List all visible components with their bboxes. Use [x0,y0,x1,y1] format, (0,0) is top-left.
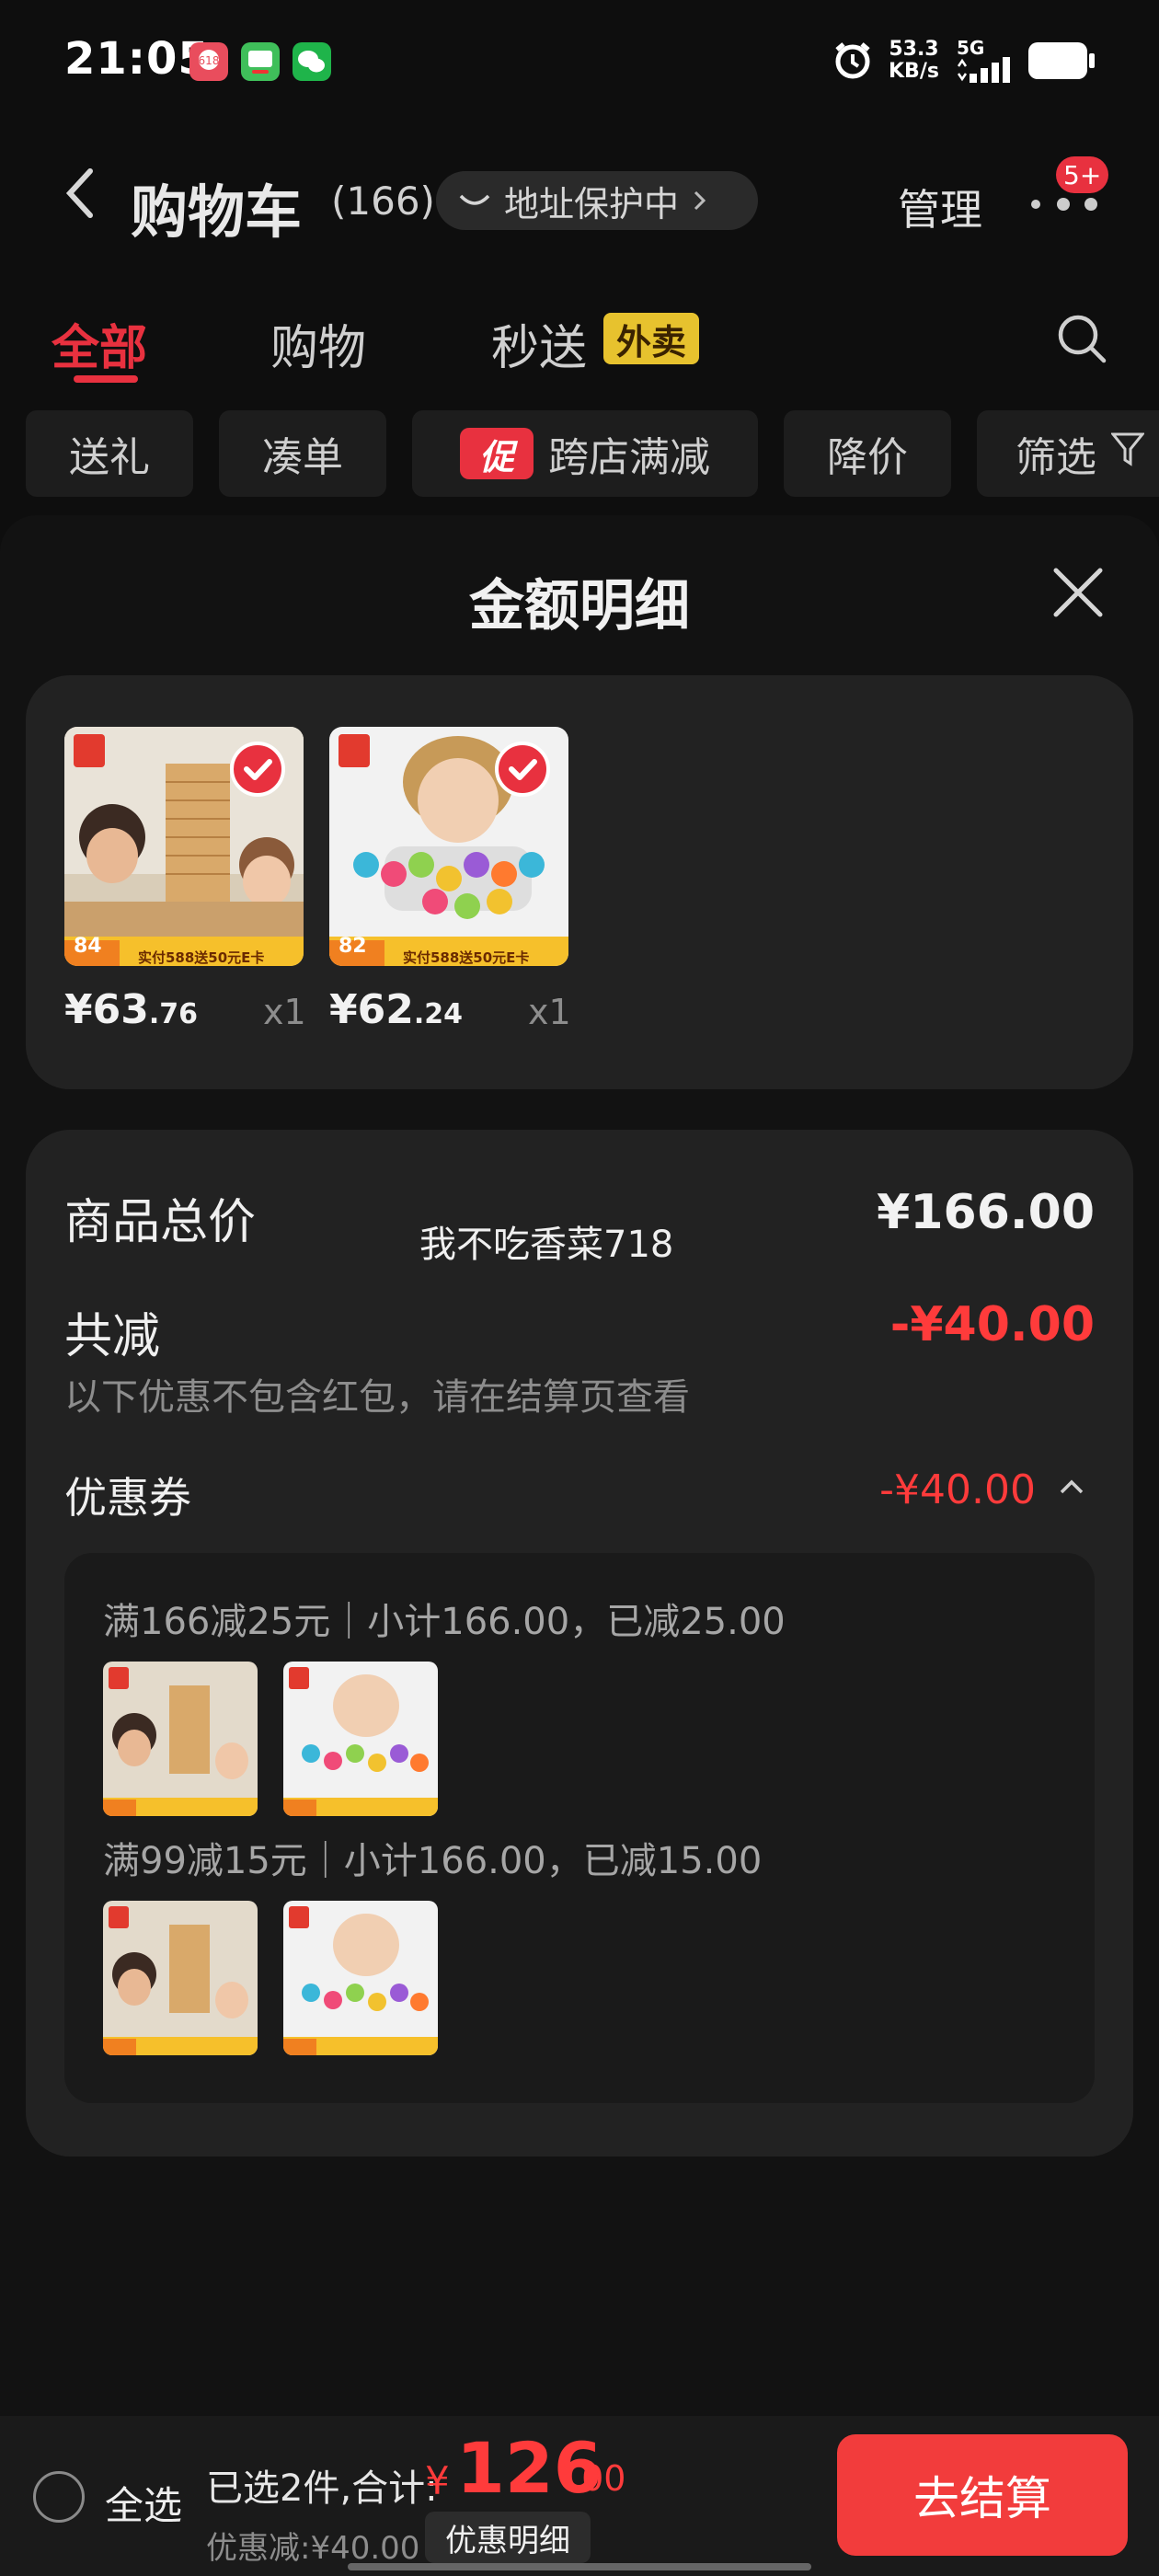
tab-instant[interactable]: 秒送 [491,309,587,378]
funnel-icon [1109,431,1146,477]
reduce-value: -¥40.00 [889,1297,1095,1352]
svg-text:618: 618 [199,54,220,67]
app-618-icon: 618 [189,42,228,81]
filter-cross-store-label: 跨店满减 [548,434,710,481]
signal-icon [955,57,1016,86]
status-time: 21:05 [64,33,210,85]
item-price-int: ¥63 [64,986,149,1033]
item-tag-number: 84 [74,935,102,958]
tab-all[interactable]: 全部 [52,309,147,378]
total-label: 商品总价 [64,1195,257,1250]
checkout-button[interactable]: 去结算 [837,2434,1128,2556]
selected-check-icon[interactable] [230,742,285,797]
coupon-rule: 满166减25元｜小计166.00，已减25.00 [103,1601,786,1643]
coupon-label: 优惠券 [64,1473,191,1523]
filter-cross-store[interactable]: 促 跨店满减 [412,410,758,497]
promo-tag: 促 [460,428,534,479]
sheet-title: 金额明细 [469,574,690,638]
network-type: 5G [957,37,985,59]
address-protect-pill[interactable]: 地址保护中 [436,171,758,230]
item-qty: x1 [263,992,306,1032]
alarm-icon [832,39,874,85]
discount-detail-button[interactable]: 优惠明细 [425,2512,591,2563]
item-price-int: ¥62 [329,986,414,1033]
net-speed-unit: KB/s [889,60,939,83]
manage-button[interactable]: 管理 [898,177,982,237]
chevron-right-icon [692,180,708,221]
item-promo-banner: 实付588送50元E卡 [403,949,530,966]
takeout-tag: 外卖 [603,313,699,364]
tab-active-indicator [74,375,138,383]
filter-bundle[interactable]: 凑单 [219,410,386,497]
reduce-note: 以下优惠不包含红包，请在结算页查看 [64,1376,690,1419]
cart-count: (166) [331,178,435,224]
coupon-product-thumbnail [283,1662,438,1816]
item-price-dec: .76 [148,998,199,1030]
page-title: 购物车 [131,178,303,246]
filter-gift[interactable]: 送礼 [26,410,193,497]
net-speed: 53.3 KB/s [889,39,939,83]
item-price: ¥62.24 [329,986,463,1033]
status-bar: 21:05 618 53.3 KB/s 5G [0,0,1159,120]
item-promo-banner: 实付588送50元E卡 [138,949,265,966]
item-price: ¥63.76 [64,986,198,1033]
coupon-product-thumbnail [283,1901,438,2055]
home-indicator[interactable] [348,2563,811,2570]
filter-bundle-label: 凑单 [262,434,343,481]
watermark-text: 我不吃香菜718 [419,1224,674,1266]
filter-price-drop-label: 降价 [827,434,908,481]
more-icon[interactable] [1028,197,1098,215]
tab-shopping[interactable]: 购物 [270,309,366,378]
item-qty: x1 [528,992,571,1032]
chevron-up-icon[interactable] [1058,1478,1085,1500]
battery-icon [1027,40,1096,85]
coupon-value[interactable]: -¥40.00 [879,1466,1036,1513]
shield-icon [458,180,491,221]
total-value: ¥166.00 [877,1185,1095,1240]
discount-note: 优惠减:¥40.00 [206,2530,420,2567]
address-protect-label: 地址保护中 [504,183,680,224]
select-all-label[interactable]: 全选 [105,2475,182,2531]
item-tag-number: 82 [339,935,367,958]
select-all-radio[interactable] [33,2471,85,2523]
item-price-dec: .24 [413,998,464,1030]
reduce-label: 共减 [64,1309,161,1364]
coupon-product-thumbnail [103,1662,258,1816]
filter-screen[interactable]: 筛选 [977,410,1159,497]
total-currency: ¥ [425,2458,450,2503]
coupon-product-thumbnail [103,1901,258,2055]
search-icon[interactable] [1056,313,1107,368]
selected-summary: 已选2件,合计: [206,2467,438,2510]
filter-screen-label: 筛选 [1016,434,1096,481]
coupon-app-icon [241,42,280,81]
close-icon[interactable] [1052,567,1104,622]
selected-check-icon[interactable] [495,742,550,797]
net-speed-value: 53.3 [889,38,939,61]
filter-gift-label: 送礼 [69,434,150,481]
message-badge: 5+ [1056,156,1109,193]
total-decimal: .00 [570,2458,626,2499]
coupon-rule: 满99减15元｜小计166.00，已减15.00 [103,1840,763,1882]
back-button[interactable] [64,167,96,219]
wechat-icon [293,42,331,81]
filter-price-drop[interactable]: 降价 [784,410,951,497]
